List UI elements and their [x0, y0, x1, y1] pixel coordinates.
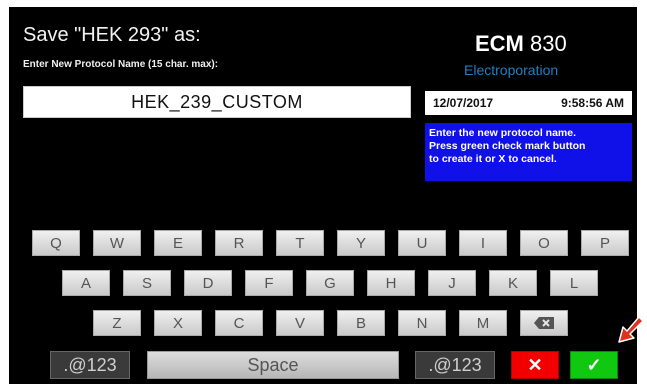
backspace-icon — [534, 317, 554, 329]
brand-logo: ECM 830 — [475, 31, 567, 57]
brand-product-name: Electroporation — [464, 62, 559, 78]
key-l[interactable]: L — [550, 270, 598, 296]
instruction-line: Press green check mark button — [429, 140, 586, 152]
time-value: 9:58:56 AM — [561, 96, 624, 110]
instruction-line: to create it or X to cancel. — [429, 153, 557, 165]
space-key[interactable]: Space — [147, 351, 399, 379]
key-b[interactable]: B — [337, 310, 385, 336]
brand-model-prefix: ECM — [475, 31, 524, 56]
key-j[interactable]: J — [428, 270, 476, 296]
key-n[interactable]: N — [398, 310, 446, 336]
key-q[interactable]: Q — [32, 230, 80, 256]
key-a[interactable]: A — [62, 270, 110, 296]
key-u[interactable]: U — [398, 230, 446, 256]
key-s[interactable]: S — [123, 270, 171, 296]
key-v[interactable]: V — [276, 310, 324, 336]
key-r[interactable]: R — [215, 230, 263, 256]
instruction-line: Enter the new protocol name. — [429, 127, 577, 139]
symbols-key-right[interactable]: .@123 — [415, 351, 495, 379]
protocol-name-input[interactable]: HEK_239_CUSTOM — [23, 86, 411, 118]
key-k[interactable]: K — [489, 270, 537, 296]
key-w[interactable]: W — [93, 230, 141, 256]
instruction-box: Enter the new protocol name. Press green… — [425, 123, 632, 181]
key-f[interactable]: F — [245, 270, 293, 296]
symbols-key-left[interactable]: .@123 — [50, 351, 130, 379]
backspace-key[interactable] — [520, 310, 568, 336]
key-o[interactable]: O — [520, 230, 568, 256]
brand-model-number: 830 — [530, 31, 567, 56]
key-y[interactable]: Y — [337, 230, 385, 256]
key-d[interactable]: D — [184, 270, 232, 296]
confirm-button[interactable]: ✓ — [570, 351, 618, 379]
key-m[interactable]: M — [459, 310, 507, 336]
date-time-display: 12/07/2017 9:58:56 AM — [425, 91, 632, 115]
key-z[interactable]: Z — [93, 310, 141, 336]
page-title: Save "HEK 293" as: — [23, 24, 201, 46]
key-e[interactable]: E — [154, 230, 202, 256]
key-p[interactable]: P — [581, 230, 629, 256]
key-i[interactable]: I — [459, 230, 507, 256]
key-h[interactable]: H — [367, 270, 415, 296]
key-g[interactable]: G — [306, 270, 354, 296]
key-c[interactable]: C — [215, 310, 263, 336]
cancel-button[interactable]: ✕ — [511, 351, 559, 379]
input-instructions: Enter New Protocol Name (15 char. max): — [23, 59, 219, 70]
device-screen: Save "HEK 293" as: Enter New Protocol Na… — [9, 7, 637, 384]
key-x[interactable]: X — [154, 310, 202, 336]
key-t[interactable]: T — [276, 230, 324, 256]
pointer-arrow-icon — [618, 316, 644, 343]
date-value: 12/07/2017 — [433, 96, 494, 110]
